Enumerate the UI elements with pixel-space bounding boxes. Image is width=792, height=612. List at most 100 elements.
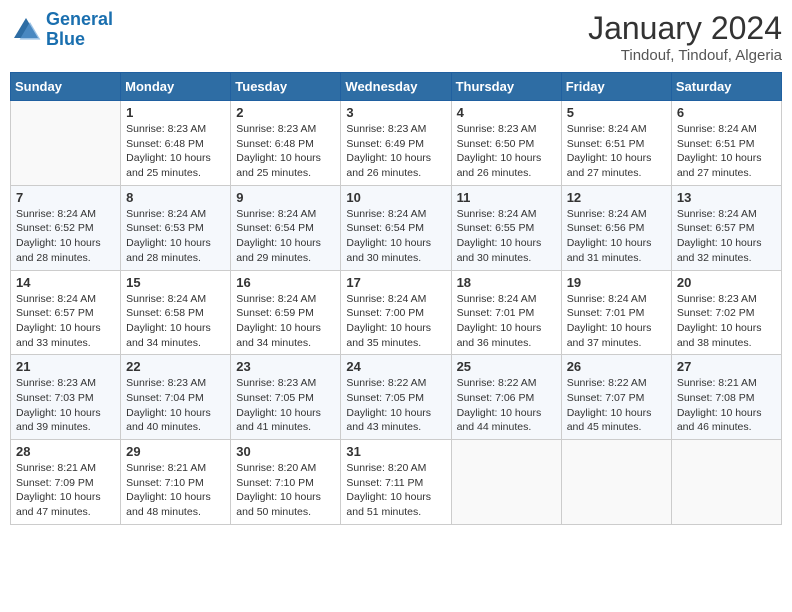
day-number: 27 bbox=[677, 359, 776, 374]
day-number: 23 bbox=[236, 359, 335, 374]
calendar-cell: 19Sunrise: 8:24 AMSunset: 7:01 PMDayligh… bbox=[561, 270, 671, 355]
day-info: Sunrise: 8:22 AMSunset: 7:07 PMDaylight:… bbox=[567, 376, 666, 435]
calendar-cell: 18Sunrise: 8:24 AMSunset: 7:01 PMDayligh… bbox=[451, 270, 561, 355]
day-number: 10 bbox=[346, 190, 445, 205]
day-info: Sunrise: 8:22 AMSunset: 7:05 PMDaylight:… bbox=[346, 376, 445, 435]
calendar-cell: 3Sunrise: 8:23 AMSunset: 6:49 PMDaylight… bbox=[341, 101, 451, 186]
day-number: 17 bbox=[346, 275, 445, 290]
weekday-header-wednesday: Wednesday bbox=[341, 73, 451, 101]
calendar-cell: 1 Sunrise: 8:23 AMSunset: 6:48 PMDaylight… bbox=[121, 101, 231, 186]
calendar-cell: 30 Sunrise: 8:20 AMSunset: 7:10 PMDayligh… bbox=[231, 440, 341, 525]
day-number: 26 bbox=[567, 359, 666, 374]
page-header: General Blue January 2024 Tindouf, Tindo… bbox=[10, 10, 782, 64]
day-number: 19 bbox=[567, 275, 666, 290]
day-number: 15 bbox=[126, 275, 225, 290]
day-info: Sunrise: 8:24 AMSunset: 7:00 PMDaylight:… bbox=[346, 292, 445, 351]
day-info: Sunrise: 8:23 AMSunset: 7:03 PMDaylight:… bbox=[16, 376, 115, 435]
calendar-cell: 4 Sunrise: 8:23 AMSunset: 6:50 PMDaylight… bbox=[451, 101, 561, 186]
calendar-cell: 17 Sunrise: 8:24 AMSunset: 7:00 PMDayligh… bbox=[341, 270, 451, 355]
day-info: Sunrise: 8:22 AMSunset: 7:06 PMDaylight:… bbox=[457, 376, 556, 435]
calendar-cell: 15 Sunrise: 8:24 AMSunset: 6:58 PMDayligh… bbox=[121, 270, 231, 355]
title-block: January 2024 Tindouf, Tindouf, Algeria bbox=[588, 10, 782, 64]
calendar-cell: 27 Sunrise: 8:21 AMSunset: 7:08 PMDayligh… bbox=[671, 355, 781, 440]
calendar-cell: 31Sunrise: 8:20 AMSunset: 7:11 PMDayligh… bbox=[341, 440, 451, 525]
day-number: 6 bbox=[677, 105, 776, 120]
day-number: 30 bbox=[236, 444, 335, 459]
logo-text-line2: Blue bbox=[46, 30, 113, 50]
weekday-header-friday: Friday bbox=[561, 73, 671, 101]
calendar-cell bbox=[451, 440, 561, 525]
calendar-week-row: 1 Sunrise: 8:23 AMSunset: 6:48 PMDaylight… bbox=[11, 101, 782, 186]
day-info: Sunrise: 8:24 AMSunset: 6:58 PMDaylight:… bbox=[126, 292, 225, 351]
day-info: Sunrise: 8:24 AMSunset: 6:51 PMDaylight:… bbox=[677, 122, 776, 181]
day-number: 2 bbox=[236, 105, 335, 120]
day-number: 5 bbox=[567, 105, 666, 120]
day-number: 9 bbox=[236, 190, 335, 205]
calendar-cell: 10 Sunrise: 8:24 AMSunset: 6:54 PMDayligh… bbox=[341, 185, 451, 270]
day-number: 21 bbox=[16, 359, 115, 374]
day-info: Sunrise: 8:21 AMSunset: 7:10 PMDaylight:… bbox=[126, 461, 225, 520]
day-number: 22 bbox=[126, 359, 225, 374]
day-info: Sunrise: 8:23 AMSunset: 7:02 PMDaylight:… bbox=[677, 292, 776, 351]
logo-icon bbox=[10, 14, 42, 46]
calendar-cell: 21 Sunrise: 8:23 AMSunset: 7:03 PMDayligh… bbox=[11, 355, 121, 440]
day-info: Sunrise: 8:24 AMSunset: 6:51 PMDaylight:… bbox=[567, 122, 666, 181]
logo-text-line1: General bbox=[46, 10, 113, 30]
day-number: 1 bbox=[126, 105, 225, 120]
day-number: 20 bbox=[677, 275, 776, 290]
day-info: Sunrise: 8:24 AMSunset: 6:53 PMDaylight:… bbox=[126, 207, 225, 266]
day-number: 16 bbox=[236, 275, 335, 290]
day-info: Sunrise: 8:23 AMSunset: 6:50 PMDaylight:… bbox=[457, 122, 556, 181]
day-info: Sunrise: 8:24 AMSunset: 6:52 PMDaylight:… bbox=[16, 207, 115, 266]
day-info: Sunrise: 8:23 AMSunset: 6:48 PMDaylight:… bbox=[126, 122, 225, 181]
calendar-cell: 16 Sunrise: 8:24 AMSunset: 6:59 PMDayligh… bbox=[231, 270, 341, 355]
calendar-cell: 9 Sunrise: 8:24 AMSunset: 6:54 PMDaylight… bbox=[231, 185, 341, 270]
day-info: Sunrise: 8:23 AMSunset: 6:48 PMDaylight:… bbox=[236, 122, 335, 181]
calendar-cell: 24Sunrise: 8:22 AMSunset: 7:05 PMDayligh… bbox=[341, 355, 451, 440]
calendar-cell bbox=[671, 440, 781, 525]
calendar-subtitle: Tindouf, Tindouf, Algeria bbox=[588, 47, 782, 64]
calendar-cell: 11Sunrise: 8:24 AMSunset: 6:55 PMDayligh… bbox=[451, 185, 561, 270]
calendar-week-row: 28Sunrise: 8:21 AMSunset: 7:09 PMDayligh… bbox=[11, 440, 782, 525]
calendar-week-row: 21 Sunrise: 8:23 AMSunset: 7:03 PMDayligh… bbox=[11, 355, 782, 440]
day-info: Sunrise: 8:21 AMSunset: 7:09 PMDaylight:… bbox=[16, 461, 115, 520]
day-info: Sunrise: 8:21 AMSunset: 7:08 PMDaylight:… bbox=[677, 376, 776, 435]
day-info: Sunrise: 8:24 AMSunset: 6:57 PMDaylight:… bbox=[677, 207, 776, 266]
calendar-cell: 13Sunrise: 8:24 AMSunset: 6:57 PMDayligh… bbox=[671, 185, 781, 270]
calendar-cell bbox=[561, 440, 671, 525]
day-info: Sunrise: 8:24 AMSunset: 6:56 PMDaylight:… bbox=[567, 207, 666, 266]
day-info: Sunrise: 8:24 AMSunset: 6:54 PMDaylight:… bbox=[236, 207, 335, 266]
calendar-cell: 12 Sunrise: 8:24 AMSunset: 6:56 PMDayligh… bbox=[561, 185, 671, 270]
weekday-header-row: SundayMondayTuesdayWednesdayThursdayFrid… bbox=[11, 73, 782, 101]
calendar-cell: 28Sunrise: 8:21 AMSunset: 7:09 PMDayligh… bbox=[11, 440, 121, 525]
calendar-cell: 14Sunrise: 8:24 AMSunset: 6:57 PMDayligh… bbox=[11, 270, 121, 355]
weekday-header-sunday: Sunday bbox=[11, 73, 121, 101]
day-number: 7 bbox=[16, 190, 115, 205]
day-info: Sunrise: 8:23 AMSunset: 6:49 PMDaylight:… bbox=[346, 122, 445, 181]
day-number: 12 bbox=[567, 190, 666, 205]
calendar-title: January 2024 bbox=[588, 10, 782, 47]
calendar-cell: 8 Sunrise: 8:24 AMSunset: 6:53 PMDaylight… bbox=[121, 185, 231, 270]
calendar-cell: 25Sunrise: 8:22 AMSunset: 7:06 PMDayligh… bbox=[451, 355, 561, 440]
day-number: 29 bbox=[126, 444, 225, 459]
calendar-week-row: 7 Sunrise: 8:24 AMSunset: 6:52 PMDaylight… bbox=[11, 185, 782, 270]
day-info: Sunrise: 8:24 AMSunset: 6:59 PMDaylight:… bbox=[236, 292, 335, 351]
calendar-cell: 23Sunrise: 8:23 AMSunset: 7:05 PMDayligh… bbox=[231, 355, 341, 440]
day-info: Sunrise: 8:24 AMSunset: 7:01 PMDaylight:… bbox=[457, 292, 556, 351]
calendar-week-row: 14Sunrise: 8:24 AMSunset: 6:57 PMDayligh… bbox=[11, 270, 782, 355]
day-number: 11 bbox=[457, 190, 556, 205]
day-number: 8 bbox=[126, 190, 225, 205]
day-info: Sunrise: 8:24 AMSunset: 6:54 PMDaylight:… bbox=[346, 207, 445, 266]
calendar-cell: 6 Sunrise: 8:24 AMSunset: 6:51 PMDaylight… bbox=[671, 101, 781, 186]
day-info: Sunrise: 8:24 AMSunset: 6:57 PMDaylight:… bbox=[16, 292, 115, 351]
calendar-cell: 5 Sunrise: 8:24 AMSunset: 6:51 PMDaylight… bbox=[561, 101, 671, 186]
calendar-cell: 20 Sunrise: 8:23 AMSunset: 7:02 PMDayligh… bbox=[671, 270, 781, 355]
day-info: Sunrise: 8:23 AMSunset: 7:04 PMDaylight:… bbox=[126, 376, 225, 435]
day-info: Sunrise: 8:20 AMSunset: 7:10 PMDaylight:… bbox=[236, 461, 335, 520]
logo: General Blue bbox=[10, 10, 113, 50]
calendar-cell: 29 Sunrise: 8:21 AMSunset: 7:10 PMDayligh… bbox=[121, 440, 231, 525]
weekday-header-monday: Monday bbox=[121, 73, 231, 101]
day-number: 4 bbox=[457, 105, 556, 120]
day-number: 31 bbox=[346, 444, 445, 459]
calendar-cell: 7 Sunrise: 8:24 AMSunset: 6:52 PMDaylight… bbox=[11, 185, 121, 270]
